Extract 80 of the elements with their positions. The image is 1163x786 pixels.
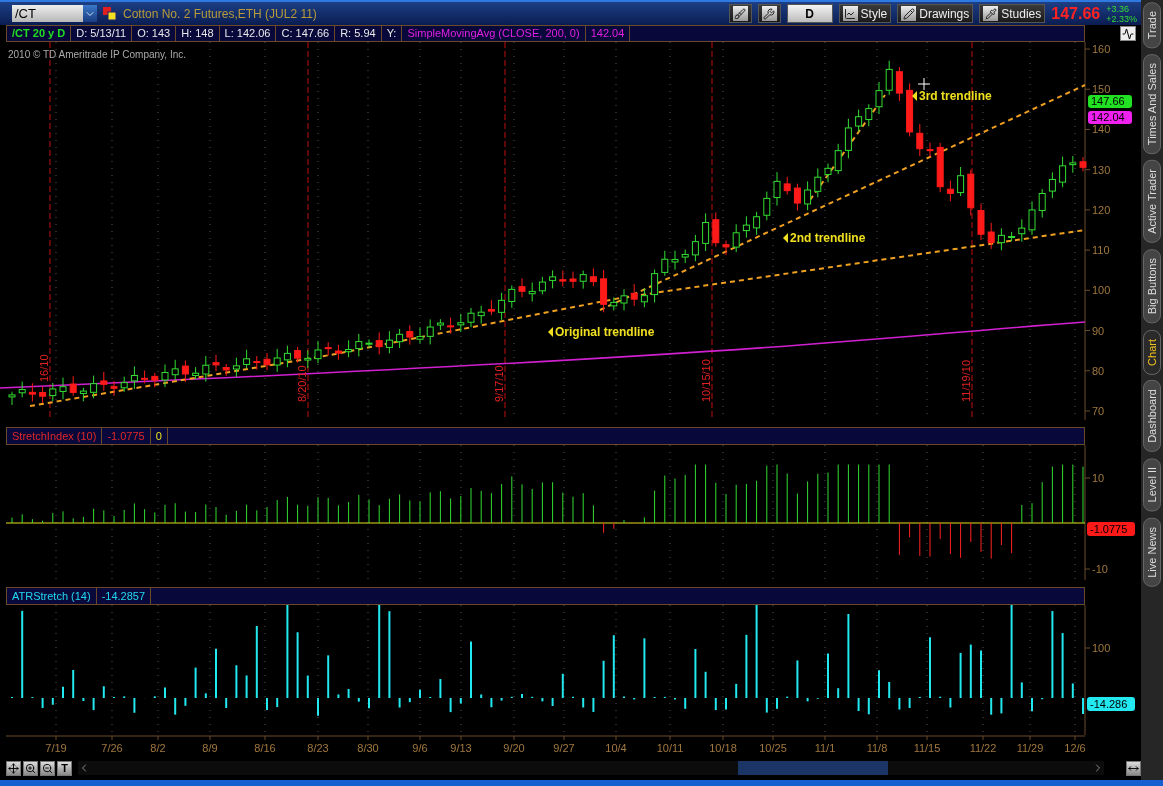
date-label: 8/16 [254,742,276,754]
axis-label: 90 [1092,324,1105,337]
value-badge: -14.286 [1087,697,1135,711]
info-cell: O: 143 [132,26,177,41]
price-badge: 142.04 [1088,111,1132,124]
date-label: 8/23 [307,742,329,754]
date-label: 8/30 [357,742,379,754]
axis-label: 10 [1092,472,1105,484]
side-tab[interactable]: Big Buttons [1143,249,1161,324]
percent-change: +2.33% [1106,13,1137,24]
info-cell: C: 147.66 [276,26,336,41]
side-tab[interactable]: Live News [1143,517,1161,587]
side-tab[interactable]: Active Trader [1143,160,1161,244]
date-label: 11/22 [969,742,997,754]
axis-label: 100 [1092,642,1111,654]
last-price: 147.66 [1051,4,1101,23]
price-change: +3.36 [1106,3,1130,14]
side-tab[interactable]: Trade [1143,2,1161,49]
annotation-label: 3rd trendline [919,89,992,103]
study-value: -1.0775 [102,428,151,444]
study-value: 0 [150,428,168,444]
toolbar-button[interactable]: Style [838,4,892,23]
axis-label: 160 [1092,43,1111,55]
date-marker: 11/19/10 [960,360,972,402]
date-label: 10/11 [656,742,684,754]
info-cell: /CT 20 y D [7,26,72,41]
axis-label: -10 [1092,563,1108,575]
axis-label: 100 [1092,284,1111,297]
info-cell: R: 5.94 [335,26,382,41]
date-label: 11/1 [814,742,836,754]
date-label: 11/8 [866,742,888,754]
date-label: 7/19 [45,742,67,754]
study-title: StretchIndex (10) [7,428,103,444]
copyright-text: 2010 © TD Ameritrade IP Company, Inc. [8,49,186,60]
info-cell: L: 142.06 [219,26,277,41]
date-label: 10/18 [709,742,737,754]
date-label: 12/6 [1064,742,1086,754]
date-label: 10/4 [605,742,627,754]
date-label: 9/6 [412,742,428,754]
text-tool-button[interactable]: T [57,760,72,776]
period-button[interactable]: D [786,4,833,23]
info-cell: H: 148 [176,26,220,41]
date-label: 8/2 [150,742,166,754]
toolbar-button[interactable]: Drawings [897,4,974,23]
side-tab[interactable]: Dashboard [1143,380,1161,453]
axis-label: 130 [1092,163,1111,176]
info-cell: Y: [381,26,403,41]
info-cell: 142.04 [585,26,631,41]
date-label: 11/29 [1016,742,1044,754]
date-marker: 8/20/10 [296,365,308,402]
annotation-label: Original trendline [555,325,655,339]
side-tab[interactable]: Chart [1143,329,1161,375]
date-label: 7/26 [101,742,123,754]
axis-label: 140 [1092,123,1111,136]
study-title: ATRStretch (14) [7,588,97,604]
axis-label: 70 [1092,405,1105,417]
side-tab[interactable]: Level II [1143,458,1161,512]
date-marker: 16/10 [38,354,50,382]
date-label: 10/25 [759,742,787,754]
info-cell: D: 5/13/11 [71,26,133,41]
date-label: 9/20 [503,742,525,754]
instrument-description: Cotton No. 2 Futures,ETH (JUL2 11) [123,6,317,21]
toolbar-button[interactable]: Studies [979,4,1046,23]
info-cell: SimpleMovingAvg (CLOSE, 200, 0) [402,26,586,41]
date-label: 9/27 [553,742,575,754]
date-marker: 10/15/10 [700,359,712,402]
axis-label: 120 [1092,203,1111,216]
price-badge: 147.66 [1088,95,1132,108]
date-marker: 9/17/10 [493,365,505,402]
side-tab[interactable]: Times And Sales [1143,54,1161,155]
axis-label: 150 [1092,83,1111,96]
annotation-label: 2nd trendline [790,231,866,245]
study-value: -14.2857 [96,588,152,604]
axis-label: 110 [1092,244,1110,257]
date-label: 9/13 [450,742,472,754]
date-label: 8/9 [202,742,218,754]
date-label: 11/15 [913,742,941,754]
value-badge: -1.0775 [1087,522,1135,536]
axis-label: 80 [1092,364,1105,377]
symbol-field[interactable]: /CT [12,5,83,22]
